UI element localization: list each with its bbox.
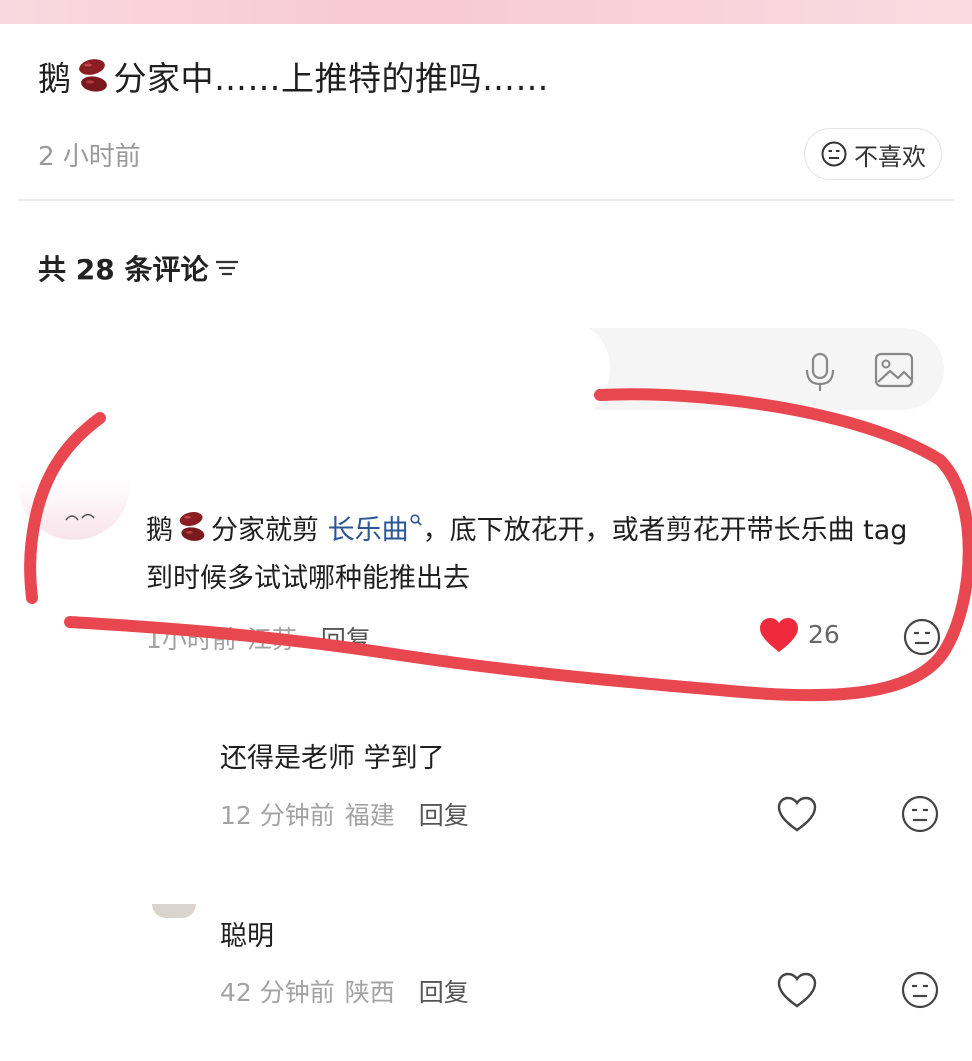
image-icon[interactable] [872, 350, 916, 390]
comment-2-meta: 12 分钟前 福建 回复 [220, 796, 469, 832]
reply-button[interactable]: 回复 [419, 978, 469, 1007]
post-title-text: 分家中……上推特的推吗…… [113, 59, 549, 98]
comment-1-text: 鹅分家就剪 长乐曲 ，底下放花开，或者剪花开带长乐曲 tag 到时候多试试哪种能推… [146, 507, 936, 603]
input-cover [360, 320, 610, 430]
bean-emoji-icon [78, 59, 107, 92]
comment-3-text: 聪明 [220, 921, 274, 952]
comment-count-label: 共 28 条评论 [38, 253, 209, 286]
reply-button[interactable]: 回复 [419, 801, 469, 830]
comment-1-mid: 分家就剪 [211, 515, 328, 546]
face-icon[interactable] [900, 970, 940, 1010]
search-mini-icon [409, 514, 422, 526]
filter-icon[interactable] [214, 257, 240, 279]
post-title-prefix: 鹅 [38, 59, 72, 98]
heart-icon[interactable] [776, 796, 818, 834]
top-status-strip [0, 0, 972, 24]
comment-location: 陕西 [344, 978, 395, 1007]
comment-1-meta: 1小时前 江苏 回复 [146, 620, 371, 656]
divider [18, 199, 954, 201]
face-icon[interactable] [902, 617, 942, 657]
comment-location: 福建 [344, 801, 395, 830]
avatar-face [65, 513, 95, 521]
comment-location: 江苏 [246, 625, 297, 654]
avatar[interactable] [152, 904, 196, 918]
face-icon[interactable] [900, 794, 940, 834]
comment-3-meta: 42 分钟前 陕西 回复 [220, 973, 469, 1009]
comment-time: 1小时前 [146, 625, 237, 654]
like-count: 26 [808, 620, 840, 649]
dislike-label: 不喜欢 [854, 142, 926, 171]
microphone-icon[interactable] [800, 350, 840, 394]
reply-button[interactable]: 回复 [321, 625, 371, 654]
avatar[interactable] [18, 478, 130, 540]
comment-1-prefix: 鹅 [146, 515, 173, 546]
dislike-button[interactable]: 不喜欢 [804, 128, 942, 180]
topic-link[interactable]: 长乐曲 [328, 515, 409, 546]
heart-icon[interactable] [776, 972, 818, 1010]
bean-emoji-icon [179, 512, 205, 541]
comment-2-text: 还得是老师 学到了 [220, 743, 445, 774]
comment-time: 42 分钟前 [220, 978, 335, 1007]
post-timestamp: 2 小时前 [38, 142, 141, 172]
heart-icon[interactable] [758, 617, 800, 655]
dislike-face-icon [821, 141, 847, 167]
comment-time: 12 分钟前 [220, 801, 335, 830]
post-title: 鹅 分家中……上推特的推吗…… [38, 52, 549, 100]
comment-count-header: 共 28 条评论 [38, 248, 240, 288]
